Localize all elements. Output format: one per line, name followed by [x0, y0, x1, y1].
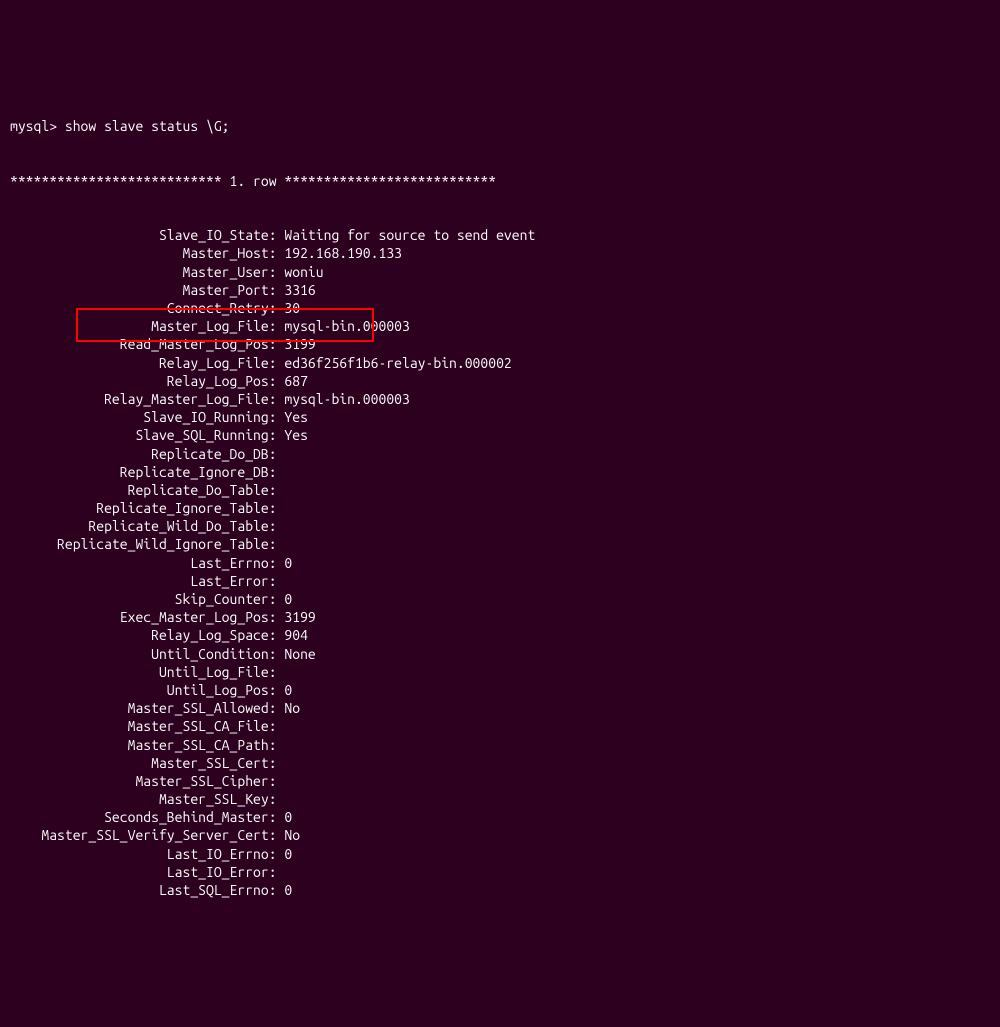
- status-row: Seconds_Behind_Master: 0: [10, 808, 990, 826]
- status-row: Slave_IO_Running: Yes: [10, 408, 990, 426]
- terminal-output[interactable]: mysql> show slave status \G; ***********…: [10, 81, 990, 936]
- status-row: Last_Errno: 0: [10, 554, 990, 572]
- status-row: Until_Condition: None: [10, 645, 990, 663]
- status-row: Replicate_Wild_Do_Table:: [10, 517, 990, 535]
- status-row: Master_SSL_Allowed: No: [10, 699, 990, 717]
- status-row: Slave_SQL_Running: Yes: [10, 426, 990, 444]
- status-row: Master_Log_File: mysql-bin.000003: [10, 317, 990, 335]
- status-row: Replicate_Ignore_DB:: [10, 463, 990, 481]
- status-row: Replicate_Wild_Ignore_Table:: [10, 535, 990, 553]
- status-row: Relay_Log_Space: 904: [10, 626, 990, 644]
- status-row: Relay_Log_File: ed36f256f1b6-relay-bin.0…: [10, 354, 990, 372]
- status-row: Replicate_Do_DB:: [10, 445, 990, 463]
- status-row: Master_Host: 192.168.190.133: [10, 244, 990, 262]
- status-row: Relay_Master_Log_File: mysql-bin.000003: [10, 390, 990, 408]
- status-row: Connect_Retry: 30: [10, 299, 990, 317]
- status-row: Last_IO_Error:: [10, 863, 990, 881]
- status-row: Master_SSL_Cert:: [10, 754, 990, 772]
- status-row: Master_SSL_Key:: [10, 790, 990, 808]
- status-row: Slave_IO_State: Waiting for source to se…: [10, 226, 990, 244]
- status-row: Exec_Master_Log_Pos: 3199: [10, 608, 990, 626]
- row-separator: *************************** 1. row *****…: [10, 172, 990, 190]
- status-row: Master_SSL_Cipher:: [10, 772, 990, 790]
- status-row: Master_SSL_Verify_Server_Cert: No: [10, 826, 990, 844]
- status-row: Last_IO_Errno: 0: [10, 845, 990, 863]
- mysql-prompt-line: mysql> show slave status \G;: [10, 117, 990, 135]
- status-row: Master_User: woniu: [10, 263, 990, 281]
- status-row: Until_Log_File:: [10, 663, 990, 681]
- status-row: Last_Error:: [10, 572, 990, 590]
- status-row: Until_Log_Pos: 0: [10, 681, 990, 699]
- status-fields: Slave_IO_State: Waiting for source to se…: [10, 226, 990, 899]
- status-row: Master_Port: 3316: [10, 281, 990, 299]
- status-row: Relay_Log_Pos: 687: [10, 372, 990, 390]
- status-row: Master_SSL_CA_Path:: [10, 736, 990, 754]
- status-row: Replicate_Ignore_Table:: [10, 499, 990, 517]
- status-row: Read_Master_Log_Pos: 3199: [10, 335, 990, 353]
- status-row: Replicate_Do_Table:: [10, 481, 990, 499]
- status-row: Master_SSL_CA_File:: [10, 717, 990, 735]
- status-row: Last_SQL_Errno: 0: [10, 881, 990, 899]
- status-row: Skip_Counter: 0: [10, 590, 990, 608]
